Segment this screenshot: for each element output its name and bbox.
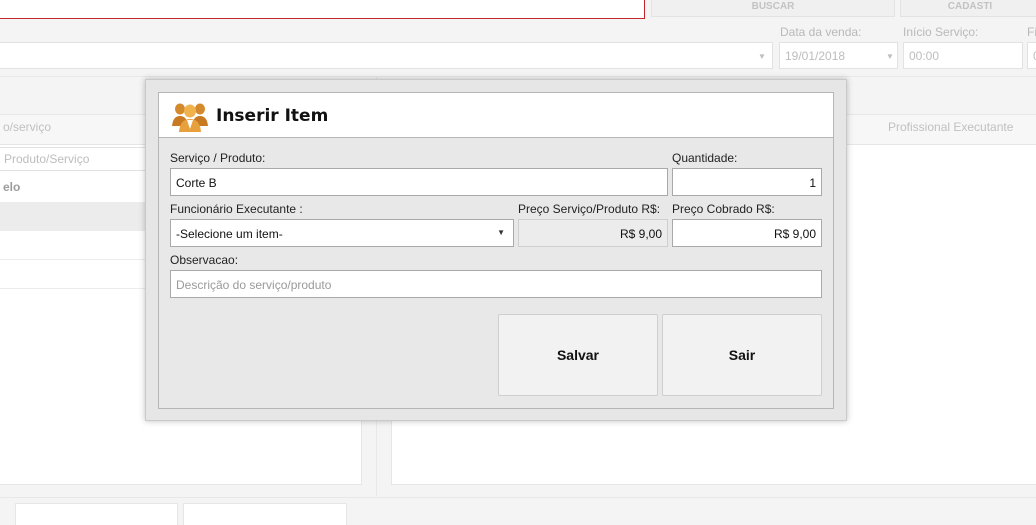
chevron-down-icon[interactable]: ▼ bbox=[497, 228, 505, 237]
service-product-label: Serviço / Produto: bbox=[170, 151, 266, 165]
service-product-input[interactable]: Corte B bbox=[170, 168, 668, 196]
service-end-input[interactable]: 0 bbox=[1027, 42, 1036, 69]
client-select[interactable] bbox=[0, 42, 773, 69]
observation-label: Observacao: bbox=[170, 253, 239, 267]
price-charged-input[interactable]: R$ 9,00 bbox=[672, 219, 822, 247]
insert-item-dialog: Inserir Item Serviço / Produto: Corte B … bbox=[145, 79, 847, 421]
service-start-input[interactable]: 00:00 bbox=[903, 42, 1023, 69]
divider bbox=[0, 497, 1036, 498]
service-start-label: Início Serviço: bbox=[903, 25, 979, 39]
employee-label: Funcionário Executante : bbox=[170, 202, 303, 216]
sale-date-input[interactable]: 19/01/2018 bbox=[779, 42, 898, 69]
quantity-label: Quantidade: bbox=[672, 151, 738, 165]
divider bbox=[0, 76, 1036, 77]
cadastrar-button[interactable]: CADASTI bbox=[900, 0, 1036, 17]
sale-date-label: Data da venda: bbox=[780, 25, 862, 39]
observation-input[interactable]: Descrição do serviço/produto bbox=[170, 270, 822, 298]
service-end-label: Fi bbox=[1027, 25, 1036, 39]
buscar-button[interactable]: BUSCAR bbox=[651, 0, 895, 17]
bottom-panel bbox=[15, 503, 178, 525]
top-search-field[interactable] bbox=[0, 0, 645, 19]
employee-select-value: -Selecione um item- bbox=[176, 227, 283, 241]
save-button[interactable]: Salvar bbox=[498, 314, 658, 396]
price-charged-label: Preço Cobrado R$: bbox=[672, 202, 775, 216]
price-service-input: R$ 9,00 bbox=[518, 219, 668, 247]
quantity-input[interactable]: 1 bbox=[672, 168, 822, 196]
dialog-title: Inserir Item bbox=[216, 106, 329, 126]
employee-select[interactable]: -Selecione um item- ▼ bbox=[170, 219, 514, 247]
dialog-body: Inserir Item Serviço / Produto: Corte B … bbox=[158, 92, 834, 409]
exit-button[interactable]: Sair bbox=[662, 314, 822, 396]
calendar-dropdown-icon[interactable]: ▼ bbox=[886, 52, 894, 61]
users-group-icon bbox=[172, 103, 208, 132]
chevron-down-icon: ▼ bbox=[758, 52, 766, 61]
price-service-label: Preço Serviço/Produto R$: bbox=[518, 202, 661, 216]
dialog-header: Inserir Item bbox=[159, 93, 833, 138]
bottom-panel bbox=[183, 503, 347, 525]
